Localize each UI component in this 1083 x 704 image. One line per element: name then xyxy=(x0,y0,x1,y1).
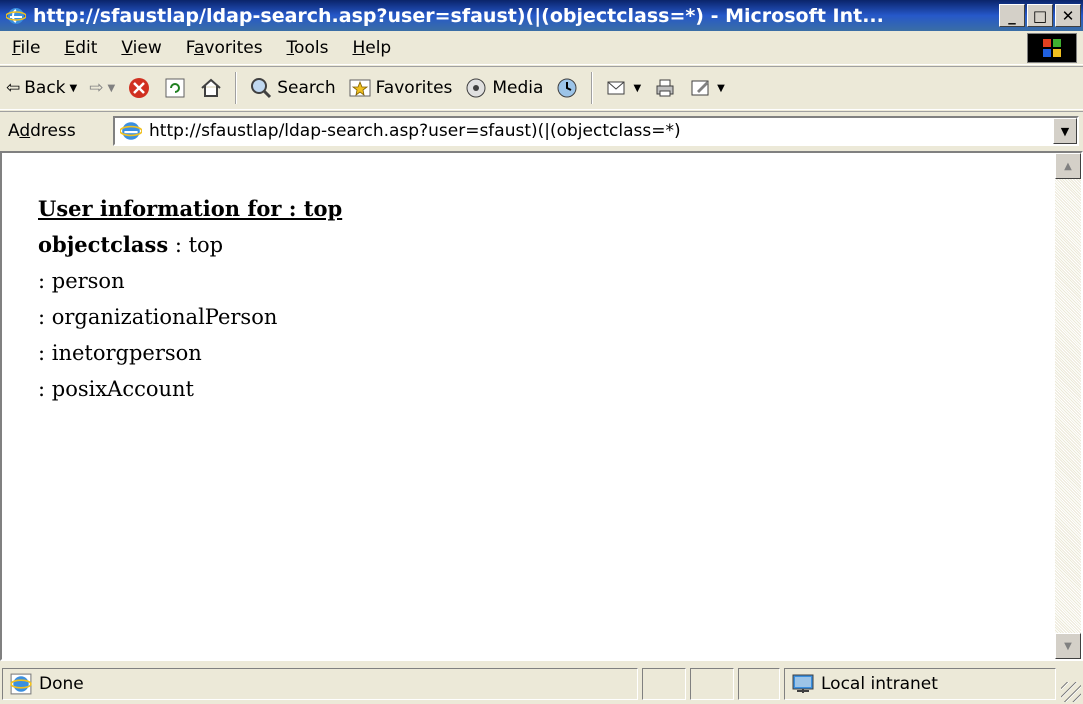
search-icon xyxy=(251,78,272,99)
maximize-button[interactable]: □ xyxy=(1027,4,1053,27)
refresh-icon xyxy=(165,78,185,98)
status-bar: Done Local intranet xyxy=(0,662,1083,704)
home-icon xyxy=(201,78,221,97)
back-arrow-icon: ⇦ xyxy=(6,78,21,98)
browser-window: http://sfaustlap/ldap-search.asp?user=sf… xyxy=(0,0,1083,704)
forward-arrow-icon: ⇨ xyxy=(89,78,104,98)
minimize-button[interactable]: _ xyxy=(999,4,1025,27)
stop-icon xyxy=(129,78,150,98)
scroll-up-button[interactable]: ▲ xyxy=(1055,153,1081,179)
zone-label: Local intranet xyxy=(821,674,938,694)
favorites-icon xyxy=(349,79,371,97)
standard-toolbar: ⇦ Back ▼ ⇨ ▼ Search Favorites Media ▼ ▼ xyxy=(0,66,1083,110)
chevron-down-icon: ▼ xyxy=(1060,124,1070,138)
attribute-value-line: : inetorgperson xyxy=(38,341,202,365)
address-dropdown-button[interactable]: ▼ xyxy=(1053,118,1077,144)
attribute-value-line: : organizationalPerson xyxy=(38,305,278,329)
favorites-button[interactable]: Favorites xyxy=(342,70,459,106)
home-button[interactable] xyxy=(193,70,229,106)
content-frame: User information for : top objectclass :… xyxy=(0,151,1083,661)
stop-button[interactable] xyxy=(121,70,157,106)
menu-bar: File Edit View Favorites Tools Help xyxy=(0,31,1083,65)
page-body: User information for : top objectclass :… xyxy=(2,153,1055,659)
history-button[interactable] xyxy=(549,70,585,106)
refresh-button[interactable] xyxy=(157,70,193,106)
media-button[interactable]: Media xyxy=(458,70,549,106)
chevron-down-icon: ▼ xyxy=(633,82,642,94)
minimize-icon: _ xyxy=(1008,6,1016,25)
menu-tools[interactable]: Tools xyxy=(275,38,341,58)
menu-view[interactable]: View xyxy=(109,38,173,58)
scroll-down-button[interactable]: ▼ xyxy=(1055,633,1081,659)
security-zone[interactable]: Local intranet xyxy=(784,668,1056,700)
status-text: Done xyxy=(39,674,84,694)
attribute-name: objectclass xyxy=(38,232,169,257)
attribute-value-line: : posixAccount xyxy=(38,377,194,401)
printer-icon xyxy=(656,79,674,97)
edit-button[interactable]: ▼ xyxy=(683,70,731,106)
chevron-up-icon: ▲ xyxy=(1064,160,1072,172)
vertical-scrollbar[interactable]: ▲ ▼ xyxy=(1055,153,1081,659)
media-icon xyxy=(466,78,486,98)
print-button[interactable] xyxy=(647,70,683,106)
menu-favorites[interactable]: Favorites xyxy=(174,38,275,58)
ie-icon xyxy=(5,5,27,27)
intranet-icon xyxy=(791,672,815,696)
edit-icon xyxy=(691,80,710,96)
page-done-icon xyxy=(9,672,33,696)
menu-help[interactable]: Help xyxy=(340,38,403,58)
mail-button[interactable]: ▼ xyxy=(599,70,647,106)
back-button[interactable]: ⇦ Back ▼ xyxy=(0,70,83,106)
title-bar: http://sfaustlap/ldap-search.asp?user=sf… xyxy=(0,0,1083,31)
history-icon xyxy=(557,78,577,98)
attribute-value: : top xyxy=(168,233,224,257)
resize-grip-icon[interactable] xyxy=(1061,682,1081,702)
address-bar: Address http://sfaustlap/ldap-search.asp… xyxy=(0,111,1083,149)
attribute-line: objectclass : top xyxy=(38,227,1055,263)
toolbar-separator xyxy=(591,72,594,104)
mail-icon xyxy=(607,81,625,95)
chevron-down-icon: ▼ xyxy=(1064,640,1072,652)
menu-file[interactable]: File xyxy=(0,38,52,58)
close-icon: ✕ xyxy=(1061,6,1075,25)
status-cell xyxy=(642,668,686,700)
maximize-icon: □ xyxy=(1032,6,1048,25)
attribute-value-line: : person xyxy=(38,269,125,293)
status-text-panel: Done xyxy=(2,668,638,700)
page-icon xyxy=(119,119,143,143)
chevron-down-icon: ▼ xyxy=(107,82,116,94)
search-button[interactable]: Search xyxy=(243,70,341,106)
window-title: http://sfaustlap/ldap-search.asp?user=sf… xyxy=(33,4,884,27)
page-heading: User information for : top xyxy=(38,196,343,221)
address-label: Address xyxy=(8,120,76,141)
address-input[interactable]: http://sfaustlap/ldap-search.asp?user=sf… xyxy=(113,116,1079,146)
status-cell xyxy=(738,668,780,700)
window-controls: _ □ ✕ xyxy=(999,4,1081,27)
menu-edit[interactable]: Edit xyxy=(52,38,109,58)
address-url: http://sfaustlap/ldap-search.asp?user=sf… xyxy=(149,121,681,141)
windows-logo-icon xyxy=(1027,33,1077,63)
toolbar-separator xyxy=(235,72,238,104)
close-button[interactable]: ✕ xyxy=(1055,4,1081,27)
forward-button[interactable]: ⇨ ▼ xyxy=(83,70,121,106)
status-cell xyxy=(690,668,734,700)
chevron-down-icon: ▼ xyxy=(717,82,725,94)
chevron-down-icon: ▼ xyxy=(69,82,78,94)
